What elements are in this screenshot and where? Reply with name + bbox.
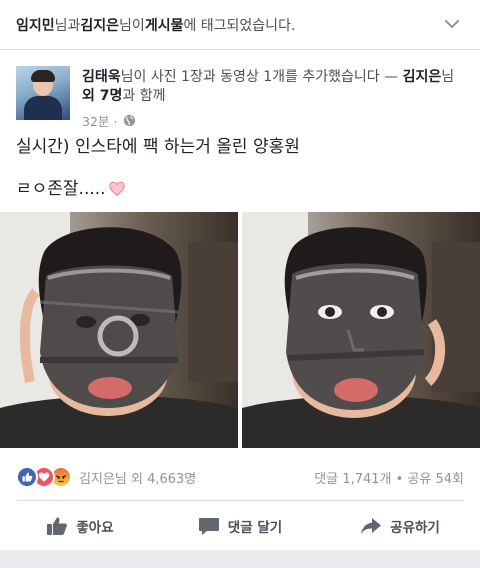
tag-target[interactable]: 게시물 [145,15,184,35]
thumbs-up-icon [47,517,68,535]
comment-share-counts[interactable]: 댓글 1,741개 • 공유 54회 [314,468,464,487]
heart-emoji-icon [108,181,125,197]
post-photo-left[interactable] [0,212,238,448]
tag-notification: 임지민 님과 김지은 님이 게시물 에 태그되었습니다. [0,0,480,50]
share-icon [361,518,382,535]
action-bar: 좋아요 댓글 달기 공유하기 [0,508,480,544]
comment-button[interactable]: 댓글 달기 [160,508,320,544]
reaction-names: 김지은님 외 4,663명 [79,471,197,487]
share-button[interactable]: 공유하기 [320,508,480,544]
post-header: 김태욱님이 사진 1장과 동영상 1개를 추가했습니다 — 김지은님외 7명과 … [16,66,466,129]
globe-icon [124,114,136,127]
post-card: 임지민 님과 김지은 님이 게시물 에 태그되었습니다. 김태욱님이 사진 1장과 동… [0,0,480,550]
with-user[interactable]: 김지은 [403,69,442,85]
tag-user2[interactable]: 김지은 [80,15,119,35]
with-suffix: 님 [441,69,455,85]
comment-label: 댓글 달기 [227,520,283,536]
reaction-summary[interactable]: 김지은님 외 4,663명 [16,466,196,488]
author-name[interactable]: 김태욱 [82,69,121,85]
chevron-down-icon[interactable] [442,14,462,34]
like-reaction-icon [16,466,38,488]
post-header-text: 김태욱님이 사진 1장과 동영상 1개를 추가했습니다 — 김지은님외 7명과 … [82,68,466,106]
post-text-line1: 실시간) 인스타에 팩 하는거 올린 양홍원 [16,137,300,157]
share-label: 공유하기 [390,520,440,536]
post-text-line2: ㄹㅇ존잘..... [16,179,106,199]
like-label: 좋아요 [76,520,114,536]
tag-was: 님이 [119,17,145,34]
with-others[interactable]: 외 7명 [82,88,122,104]
post-meta: 32분 · [82,111,136,130]
feed-background [0,550,480,568]
tag-and: 님과 [54,17,81,34]
with-suffix2: 과 함께 [122,88,166,104]
like-button[interactable]: 좋아요 [0,508,160,544]
post-time[interactable]: 32분 · [82,111,117,130]
author-avatar[interactable] [16,66,70,120]
tag-user1[interactable]: 임지민 [16,15,55,35]
comment-icon [198,518,219,535]
post-photo-right[interactable] [242,212,480,448]
divider [16,500,464,501]
tag-suffix: 에 태그되었습니다. [183,17,296,34]
post-text-line2-wrap: ㄹㅇ존잘..... [16,178,126,200]
post-action: 님이 사진 1장과 동영상 1개를 추가했습니다 — [120,69,403,85]
